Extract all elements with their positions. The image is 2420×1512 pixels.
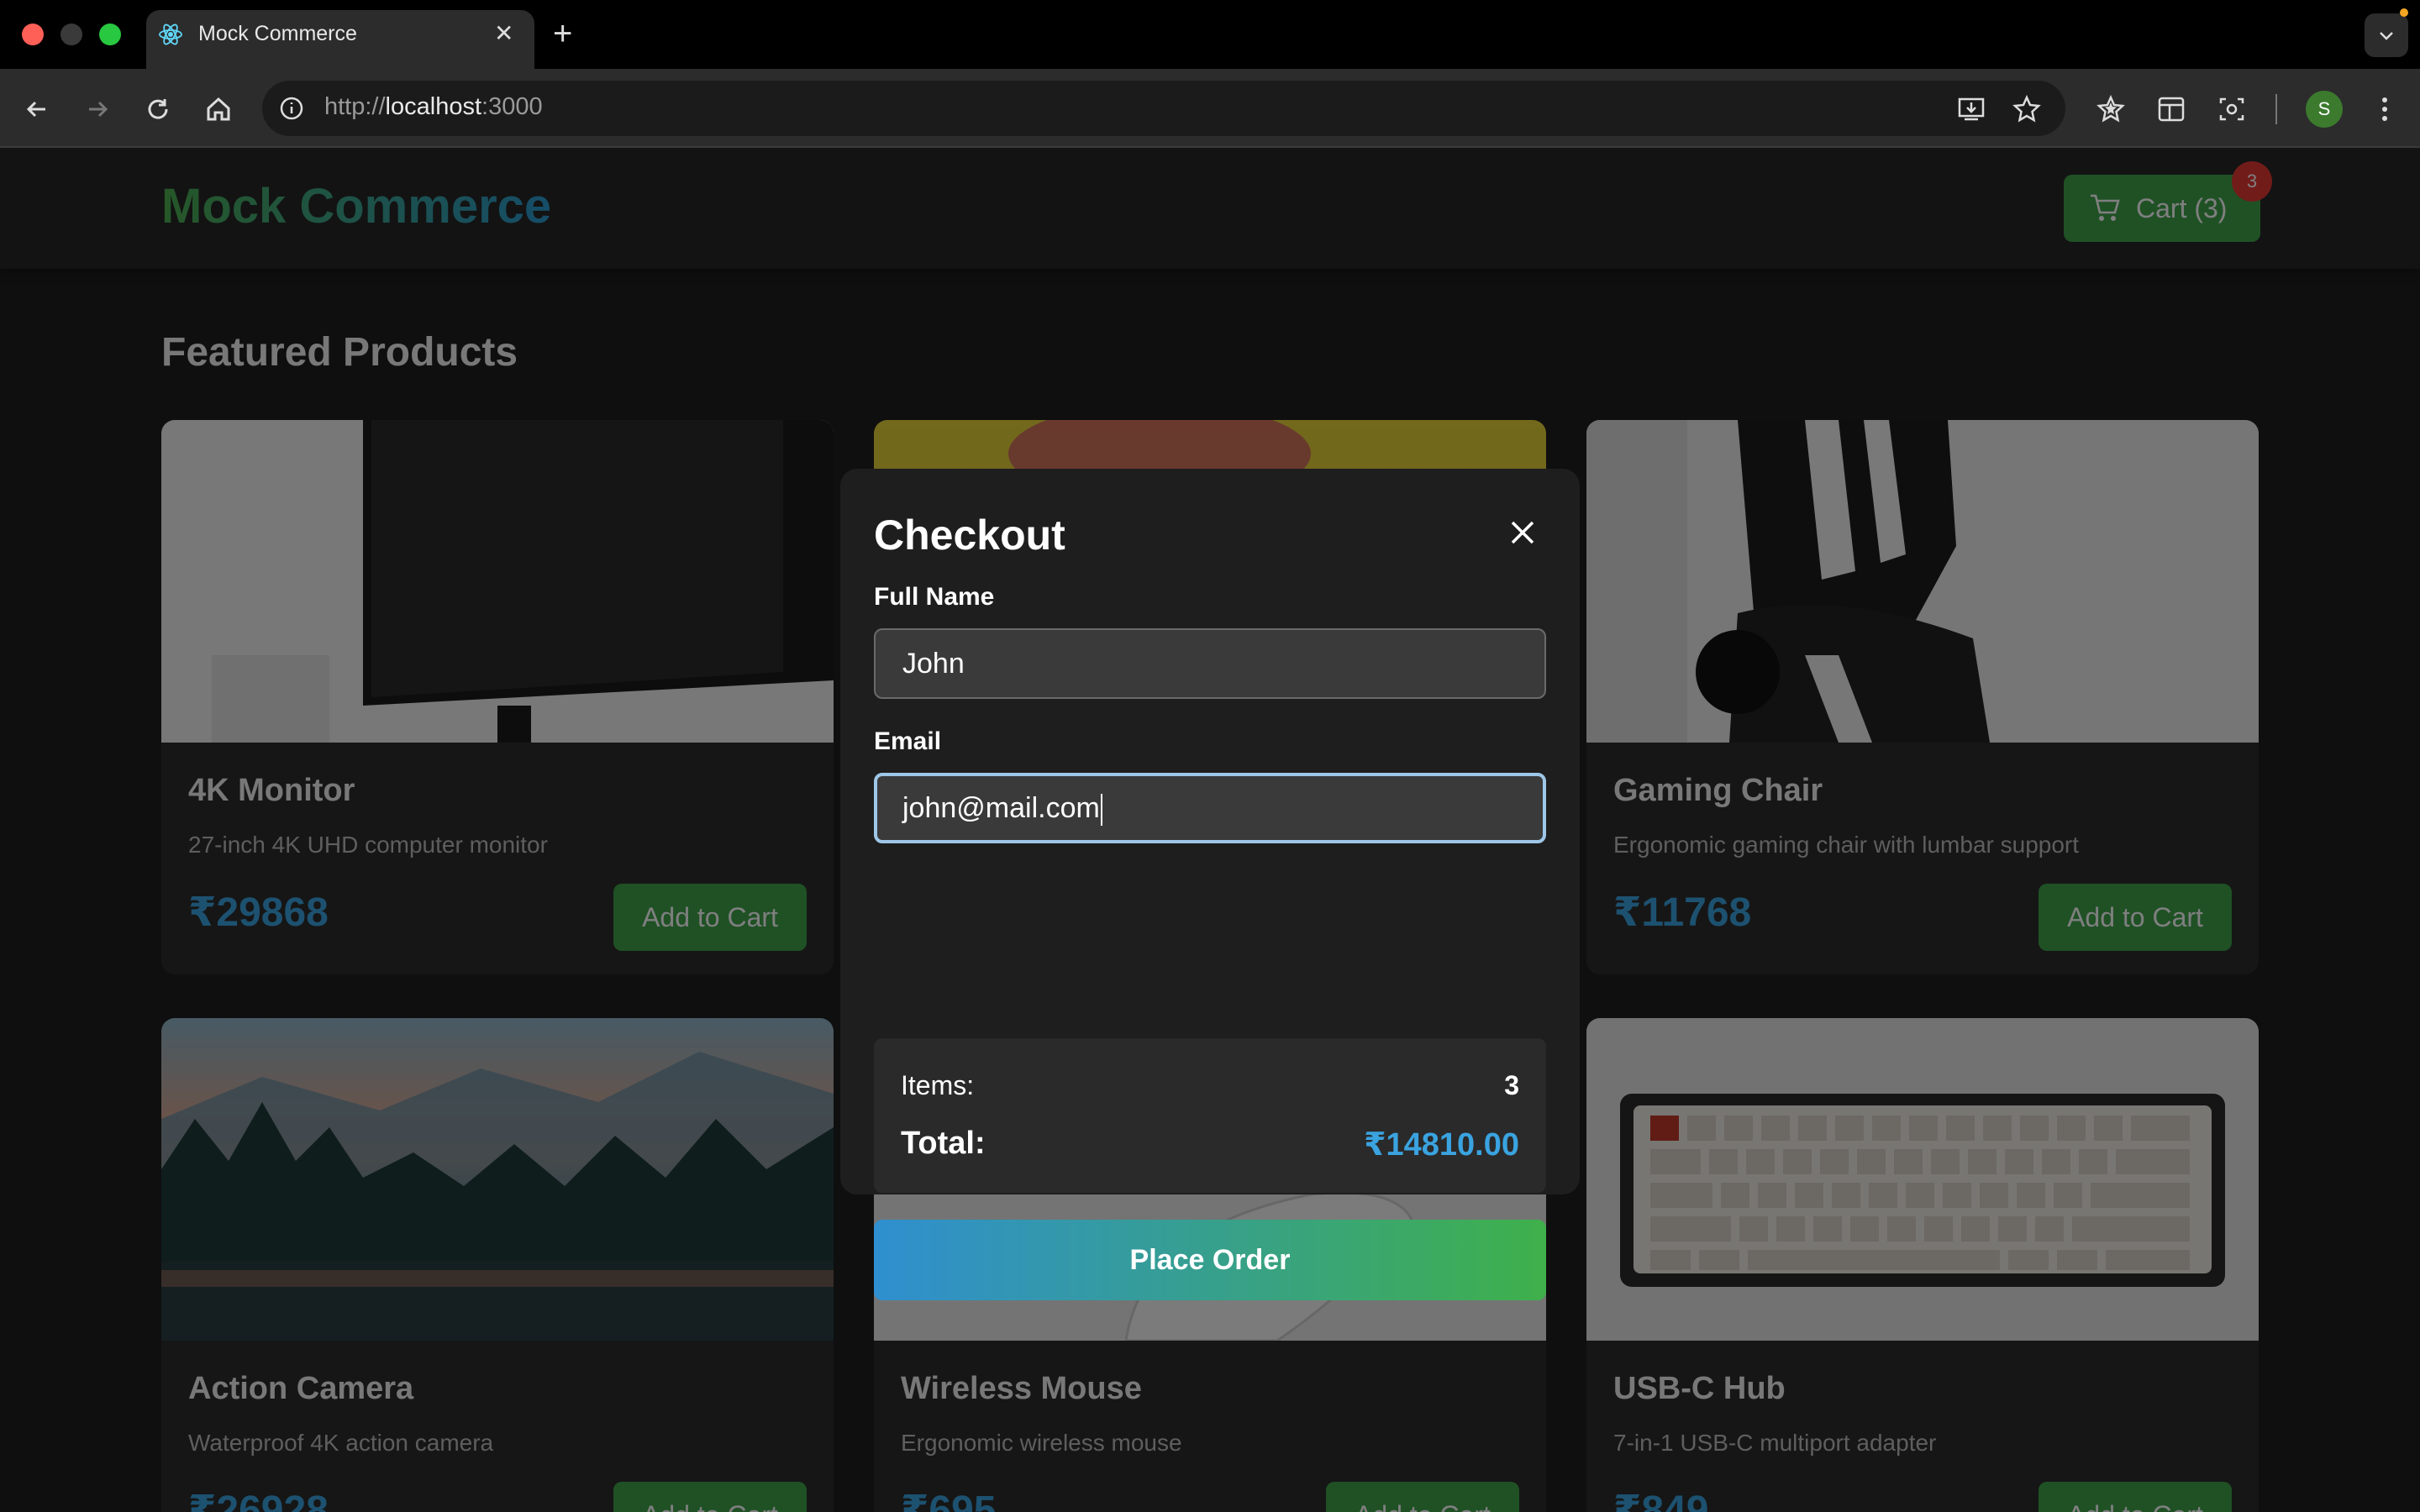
items-label: Items:	[901, 1070, 975, 1100]
url-text[interactable]: http://localhost:3000	[324, 93, 543, 121]
full-name-label: Full Name	[874, 583, 995, 611]
close-icon[interactable]	[1506, 516, 1539, 549]
url-port: :3000	[481, 93, 543, 120]
screenshot-icon[interactable]	[2213, 91, 2250, 128]
email-value: john@mail.com	[902, 792, 1100, 824]
new-tab-icon[interactable]: +	[553, 17, 572, 50]
notification-dot	[2400, 8, 2408, 17]
chevron-down-icon	[2380, 32, 2393, 40]
tab-close-icon[interactable]: ✕	[494, 18, 513, 49]
items-count: 3	[1504, 1070, 1519, 1100]
window-close-button[interactable]	[22, 24, 44, 45]
forward-arrow-icon[interactable]	[81, 92, 114, 126]
toolbar-divider	[2275, 94, 2277, 124]
order-summary: Items: 3 Total: ₹14810.00	[874, 1038, 1546, 1193]
checkout-modal: Checkout Full Name John Email john@mail.…	[840, 469, 1580, 1300]
tab-search-button[interactable]	[2365, 13, 2408, 57]
bookmarks-icon[interactable]	[2092, 91, 2129, 128]
text-caret	[1100, 794, 1102, 827]
profile-avatar[interactable]: S	[2306, 91, 2343, 128]
home-icon[interactable]	[202, 92, 235, 126]
site-info-icon[interactable]	[277, 94, 306, 123]
window-zoom-button[interactable]	[99, 24, 121, 45]
total-label: Total:	[901, 1126, 986, 1161]
place-order-button[interactable]: Place Order	[874, 1220, 1546, 1300]
install-app-icon[interactable]	[1953, 91, 1990, 128]
full-name-value: John	[902, 648, 965, 680]
reload-icon[interactable]	[141, 92, 175, 126]
total-amount: ₹14810.00	[1364, 1127, 1519, 1163]
full-name-input[interactable]: John	[874, 628, 1546, 699]
react-favicon-icon	[159, 24, 182, 45]
bookmark-star-icon[interactable]	[2008, 91, 2045, 128]
more-menu-icon[interactable]	[2366, 91, 2403, 128]
window-minimize-button[interactable]	[60, 24, 82, 45]
tab-groups-icon[interactable]	[2153, 91, 2190, 128]
back-arrow-icon[interactable]	[20, 92, 54, 126]
page-content: Mock Commerce Cart (3) 3 Featured Produc…	[0, 148, 2420, 1512]
tab-title: Mock Commerce	[198, 22, 357, 45]
modal-title: Checkout	[874, 512, 1065, 559]
url-scheme: http://	[324, 93, 386, 120]
email-input[interactable]: john@mail.com	[874, 773, 1546, 843]
email-label: Email	[874, 727, 942, 755]
url-host: localhost	[385, 93, 482, 120]
